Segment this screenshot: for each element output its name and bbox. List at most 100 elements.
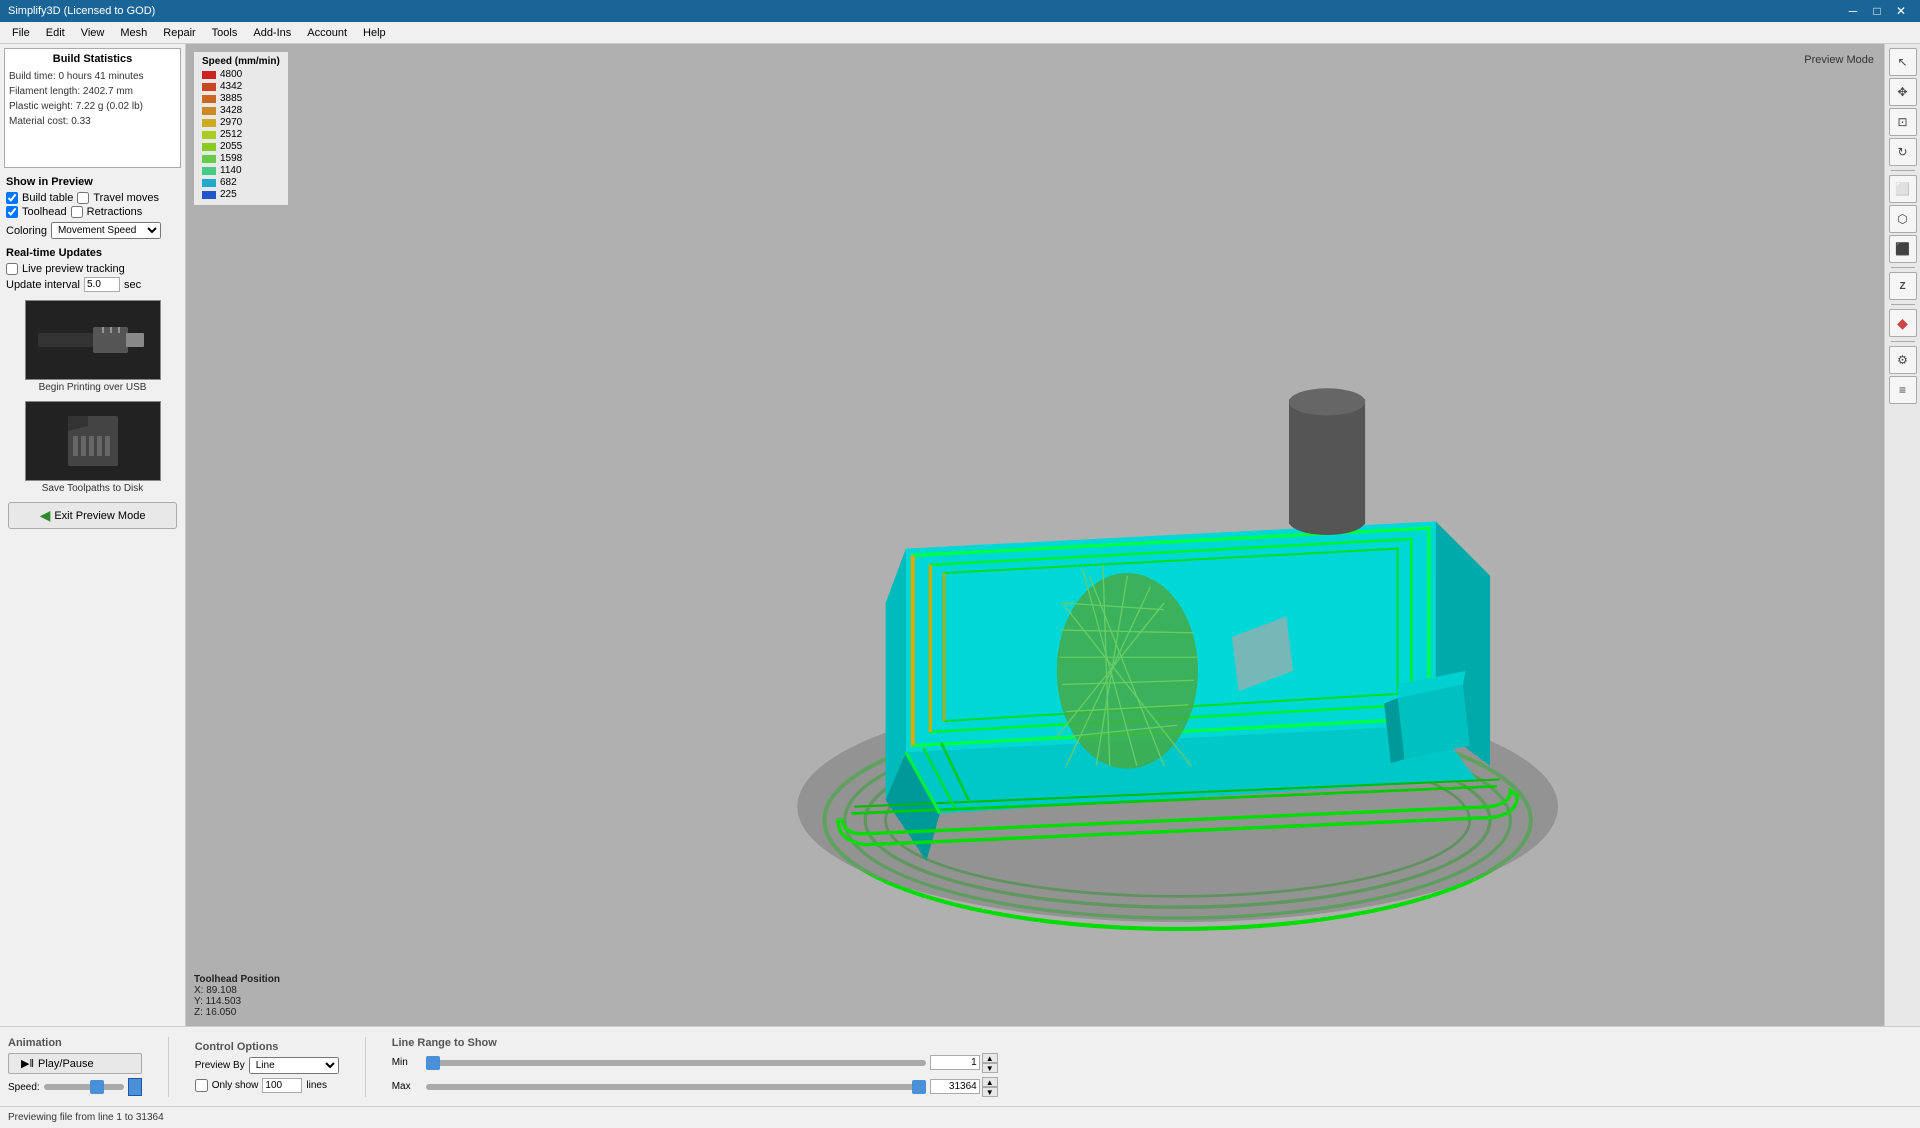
toolhead-label: Toolhead	[22, 206, 67, 218]
min-range-slider[interactable]	[426, 1060, 926, 1066]
build-statistics-title: Build Statistics	[9, 53, 176, 65]
play-pause-label: Play/Pause	[38, 1058, 94, 1070]
sd-image	[25, 401, 161, 481]
min-step-up[interactable]: ▲	[982, 1053, 998, 1063]
max-stepper: ▲ ▼	[982, 1077, 998, 1097]
play-pause-button[interactable]: ▶‖ Play/Pause	[8, 1053, 142, 1074]
toolbar-separator-2	[1891, 267, 1915, 268]
toolbar-separator-4	[1891, 341, 1915, 342]
min-step-down[interactable]: ▼	[982, 1063, 998, 1073]
update-interval-row: Update interval sec	[6, 277, 179, 292]
toolhead-row: Toolhead Retractions	[6, 206, 179, 218]
menu-repair[interactable]: Repair	[155, 25, 203, 41]
model-button[interactable]: ◆	[1889, 309, 1917, 337]
pan-tool-button[interactable]: ✥	[1889, 78, 1917, 106]
toolhead-pos-z: Z: 16.050	[194, 1007, 280, 1018]
coloring-row: Coloring Movement Speed Feature Type Tem…	[6, 222, 179, 239]
viewport[interactable]: Speed (mm/min) 4800 4342 3885 3428 2970	[186, 44, 1884, 1026]
title-bar: Simplify3D (Licensed to GOD) ─ □ ✕	[0, 0, 1920, 22]
animation-section: Animation ▶‖ Play/Pause Speed:	[8, 1037, 142, 1096]
speed-thumb	[128, 1078, 142, 1096]
toolbar-separator-1	[1891, 170, 1915, 171]
max-value-input[interactable]	[930, 1079, 980, 1094]
update-interval-label: Update interval	[6, 279, 80, 291]
usb-label: Begin Printing over USB	[39, 382, 147, 393]
menu-view[interactable]: View	[73, 25, 113, 41]
max-step-down[interactable]: ▼	[982, 1087, 998, 1097]
min-stepper: ▲ ▼	[982, 1053, 998, 1073]
toolhead-position: Toolhead Position X: 89.108 Y: 114.503 Z…	[194, 974, 280, 1018]
speed-slider[interactable]	[44, 1084, 124, 1090]
retractions-label: Retractions	[87, 206, 143, 218]
perspective-button[interactable]: ⬜	[1889, 175, 1917, 203]
play-icon: ▶‖	[21, 1057, 34, 1070]
menu-help[interactable]: Help	[355, 25, 394, 41]
preview-by-select[interactable]: Line Feature Layer	[249, 1057, 339, 1074]
realtime-updates-section: Real-time Updates Live preview tracking …	[0, 243, 185, 296]
build-time: Build time: 0 hours 41 minutes	[9, 69, 176, 84]
minimize-button[interactable]: ─	[1842, 2, 1864, 20]
retractions-checkbox[interactable]	[71, 206, 83, 218]
toolhead-pos-y: Y: 114.503	[194, 996, 280, 1007]
maximize-button[interactable]: □	[1866, 2, 1888, 20]
menu-file[interactable]: File	[4, 25, 38, 41]
min-value-input[interactable]	[930, 1055, 980, 1070]
preview-by-row: Preview By Line Feature Layer	[195, 1057, 339, 1074]
status-text: Previewing file from line 1 to 31364	[8, 1112, 164, 1123]
titlebar-controls: ─ □ ✕	[1842, 2, 1912, 20]
model-svg	[186, 44, 1884, 1026]
max-value-wrapper: ▲ ▼	[930, 1077, 998, 1097]
build-table-row: Build table Travel moves	[6, 192, 179, 204]
live-preview-checkbox[interactable]	[6, 263, 18, 275]
only-show-checkbox[interactable]	[195, 1079, 208, 1092]
lines-unit: lines	[306, 1080, 327, 1091]
menu-edit[interactable]: Edit	[38, 25, 73, 41]
zaxis-button[interactable]: Z	[1889, 272, 1917, 300]
material-cost: Material cost: 0.33	[9, 114, 176, 129]
cursor-tool-button[interactable]: ↖	[1889, 48, 1917, 76]
wireframe-button[interactable]: ⬡	[1889, 205, 1917, 233]
live-preview-label: Live preview tracking	[22, 263, 125, 275]
menu-bar: File Edit View Mesh Repair Tools Add-Ins…	[0, 22, 1920, 44]
toolbar-separator-3	[1891, 304, 1915, 305]
show-in-preview-section: Show in Preview Build table Travel moves…	[0, 172, 185, 243]
right-toolbar: ↖ ✥ ⊡ ↻ ⬜ ⬡ ⬛ Z ◆ ⚙ ≡	[1884, 44, 1920, 1026]
animation-title: Animation	[8, 1037, 142, 1049]
min-value-wrapper: ▲ ▼	[930, 1053, 998, 1073]
usb-image	[25, 300, 161, 380]
toolhead-checkbox[interactable]	[6, 206, 18, 218]
menu-tools[interactable]: Tools	[204, 25, 246, 41]
coloring-label: Coloring	[6, 225, 47, 237]
bottom-bar: Animation ▶‖ Play/Pause Speed: Control O…	[0, 1026, 1920, 1106]
menu-account[interactable]: Account	[299, 25, 355, 41]
window-title: Simplify3D (Licensed to GOD)	[8, 5, 155, 17]
build-table-label: Build table	[22, 192, 73, 204]
travel-moves-checkbox[interactable]	[77, 192, 89, 204]
separator-1	[168, 1037, 169, 1097]
exit-preview-button[interactable]: ◀ Exit Preview Mode	[8, 502, 177, 529]
exit-preview-label: Exit Preview Mode	[54, 510, 145, 522]
toolhead-pos-x: X: 89.108	[194, 985, 280, 996]
menu-mesh[interactable]: Mesh	[112, 25, 155, 41]
max-step-up[interactable]: ▲	[982, 1077, 998, 1087]
max-range-slider[interactable]	[426, 1084, 926, 1090]
coloring-select[interactable]: Movement Speed Feature Type Temperature …	[51, 222, 161, 239]
sd-section: Save Toolpaths to Disk	[4, 401, 181, 494]
update-interval-unit: sec	[124, 279, 141, 291]
menu-addins[interactable]: Add-Ins	[245, 25, 299, 41]
only-show-label: Only show	[212, 1080, 259, 1091]
toolhead-pos-title: Toolhead Position	[194, 974, 280, 985]
max-range-row: Max ▲ ▼	[392, 1077, 1912, 1097]
speed-label: Speed:	[8, 1082, 40, 1093]
close-button[interactable]: ✕	[1890, 2, 1912, 20]
update-interval-input[interactable]	[84, 277, 120, 292]
zoom-fit-button[interactable]: ⊡	[1889, 108, 1917, 136]
settings-button[interactable]: ⚙	[1889, 346, 1917, 374]
build-statistics-panel: Build Statistics Build time: 0 hours 41 …	[4, 48, 181, 168]
layers-button[interactable]: ≡	[1889, 376, 1917, 404]
only-show-input[interactable]	[262, 1078, 302, 1093]
build-table-checkbox[interactable]	[6, 192, 18, 204]
solid-button[interactable]: ⬛	[1889, 235, 1917, 263]
rotate-tool-button[interactable]: ↻	[1889, 138, 1917, 166]
sd-label: Save Toolpaths to Disk	[42, 483, 144, 494]
